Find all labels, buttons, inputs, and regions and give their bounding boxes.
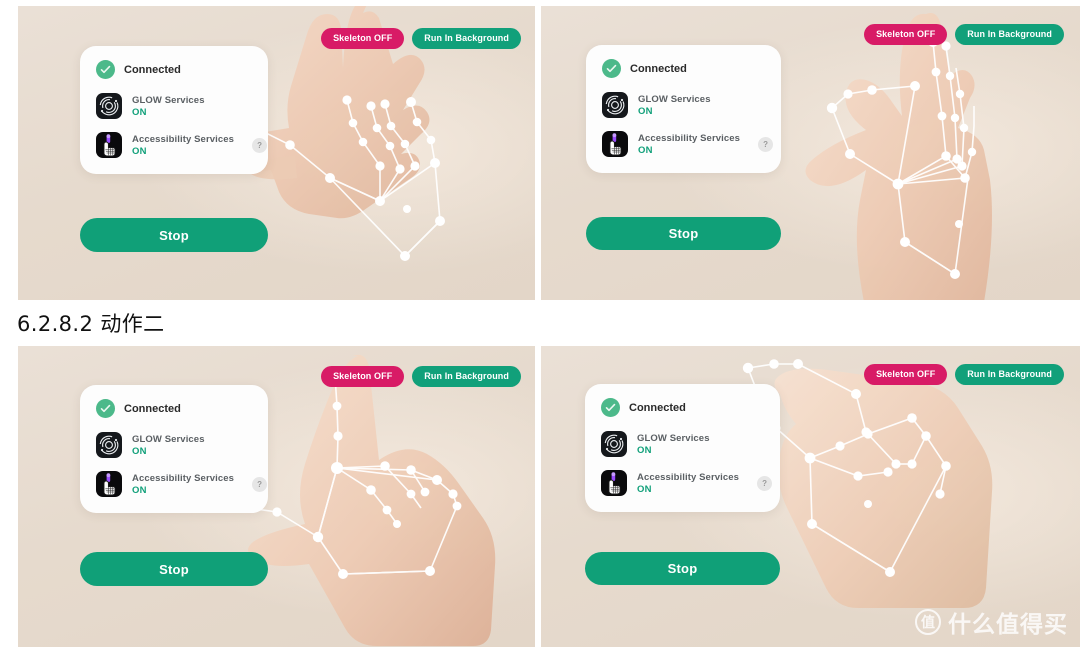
- connected-row: Connected: [96, 60, 252, 79]
- service-name: GLOW Services: [132, 94, 205, 106]
- check-circle-icon: [602, 59, 621, 78]
- connected-label: Connected: [630, 62, 687, 75]
- hand-cursor-icon: [602, 131, 628, 157]
- service-state: ON: [638, 105, 653, 117]
- service-name: Accessibility Services: [132, 472, 235, 484]
- connected-label: Connected: [124, 402, 181, 415]
- hand-cursor-icon: [96, 132, 122, 158]
- service-name: GLOW Services: [638, 93, 711, 105]
- panel-buttons-top-left: Skeleton OFF Run In Background: [321, 28, 521, 49]
- panel-bottom-left: Skeleton OFF Run In Background Connected: [18, 346, 535, 647]
- help-badge[interactable]: ?: [758, 136, 774, 152]
- stop-button[interactable]: Stop: [80, 218, 268, 252]
- service-row-glow: GLOW Services ON: [602, 92, 765, 118]
- service-name: GLOW Services: [637, 432, 710, 444]
- skeleton-toggle-button[interactable]: Skeleton OFF: [321, 366, 405, 387]
- service-row-accessibility: Accessibility Services ON ?: [601, 470, 773, 496]
- connected-row: Connected: [601, 398, 764, 417]
- service-row-accessibility: Accessibility Services ON ?: [96, 132, 268, 158]
- status-card-bottom-right: Connected GLOW Services ON Accessibility…: [585, 384, 780, 512]
- run-in-background-button[interactable]: Run In Background: [955, 364, 1064, 385]
- service-row-accessibility: Accessibility Services ON ?: [96, 471, 268, 497]
- service-state: ON: [132, 445, 147, 457]
- page-heading: 6.2.8.2 动作二: [17, 312, 165, 336]
- glow-orbit-icon: [602, 92, 628, 118]
- check-circle-icon: [601, 398, 620, 417]
- service-state: ON: [132, 145, 147, 157]
- help-badge[interactable]: ?: [757, 475, 773, 491]
- service-name: Accessibility Services: [638, 132, 741, 144]
- connected-row: Connected: [96, 399, 252, 418]
- skeleton-toggle-button[interactable]: Skeleton OFF: [864, 24, 948, 45]
- stop-button[interactable]: Stop: [585, 552, 780, 585]
- service-row-accessibility: Accessibility Services ON ?: [602, 131, 774, 157]
- skeleton-toggle-button[interactable]: Skeleton OFF: [864, 364, 948, 385]
- service-name: Accessibility Services: [132, 133, 235, 145]
- skeleton-toggle-button[interactable]: Skeleton OFF: [321, 28, 405, 49]
- service-row-glow: GLOW Services ON: [96, 432, 252, 458]
- panel-buttons-bottom-left: Skeleton OFF Run In Background: [321, 366, 521, 387]
- service-state: ON: [638, 144, 653, 156]
- service-row-glow: GLOW Services ON: [96, 93, 252, 119]
- service-state: ON: [637, 483, 652, 495]
- panel-top-left: Skeleton OFF Run In Background Connected: [18, 6, 535, 300]
- glow-orbit-icon: [96, 93, 122, 119]
- connected-row: Connected: [602, 59, 765, 78]
- connected-label: Connected: [629, 401, 686, 414]
- run-in-background-button[interactable]: Run In Background: [412, 28, 521, 49]
- connected-label: Connected: [124, 63, 181, 76]
- help-badge[interactable]: ?: [252, 137, 268, 153]
- hand-cursor-icon: [601, 470, 627, 496]
- panel-buttons-bottom-right: Skeleton OFF Run In Background: [864, 364, 1064, 385]
- screenshot-root: Skeleton OFF Run In Background Connected: [0, 0, 1080, 653]
- service-state: ON: [132, 484, 147, 496]
- help-badge[interactable]: ?: [252, 476, 268, 492]
- service-name: GLOW Services: [132, 433, 205, 445]
- hand-cursor-icon: [96, 471, 122, 497]
- status-card-top-left: Connected GLOW Services ON Accessibility…: [80, 46, 268, 174]
- glow-orbit-icon: [601, 431, 627, 457]
- panel-buttons-top-right: Skeleton OFF Run In Background: [864, 24, 1064, 45]
- panel-bottom-right: Skeleton OFF Run In Background Connected: [541, 346, 1080, 647]
- check-circle-icon: [96, 399, 115, 418]
- glow-orbit-icon: [96, 432, 122, 458]
- stop-button[interactable]: Stop: [586, 217, 781, 250]
- panel-top-right: Skeleton OFF Run In Background Connected: [541, 6, 1080, 300]
- service-state: ON: [637, 444, 652, 456]
- status-card-top-right: Connected GLOW Services ON Accessibility…: [586, 45, 781, 173]
- run-in-background-button[interactable]: Run In Background: [412, 366, 521, 387]
- service-row-glow: GLOW Services ON: [601, 431, 764, 457]
- service-name: Accessibility Services: [637, 471, 740, 483]
- service-state: ON: [132, 106, 147, 118]
- run-in-background-button[interactable]: Run In Background: [955, 24, 1064, 45]
- status-card-bottom-left: Connected GLOW Services ON Accessibility…: [80, 385, 268, 513]
- check-circle-icon: [96, 60, 115, 79]
- stop-button[interactable]: Stop: [80, 552, 268, 586]
